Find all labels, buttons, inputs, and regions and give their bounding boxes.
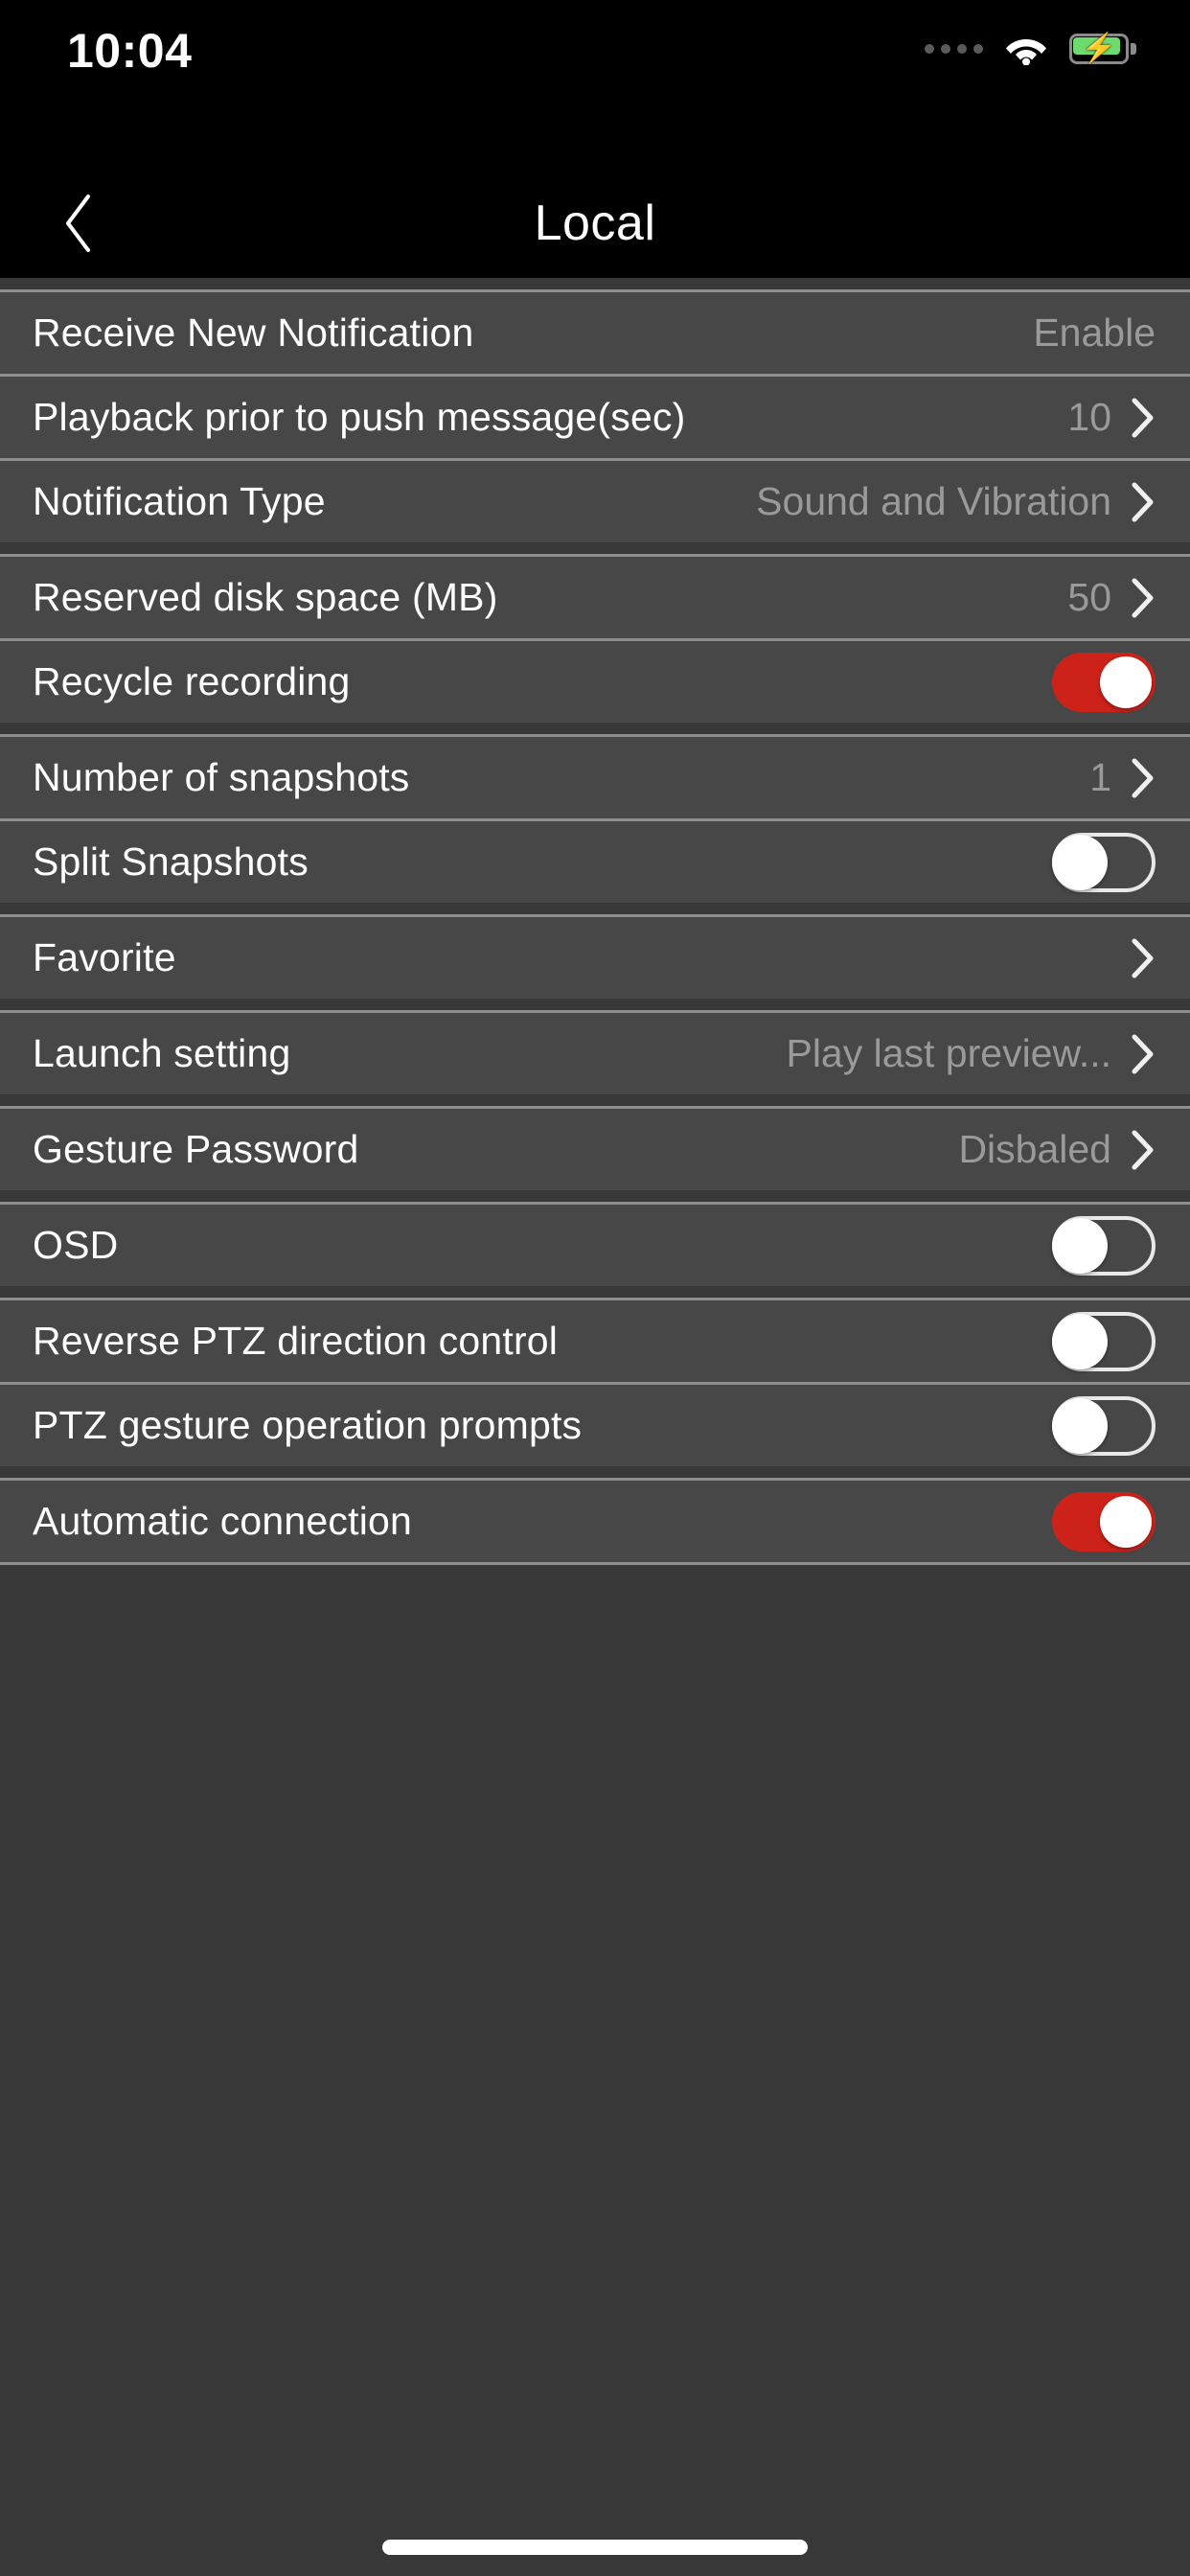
settings-row-automatic-connection[interactable]: Automatic connection: [0, 1481, 1190, 1562]
row-accessory: 1: [1089, 755, 1156, 800]
chevron-right-icon: [1131, 757, 1156, 799]
settings-list: Receive New Notification Enable Playback p…: [0, 278, 1190, 1565]
row-accessory: [1052, 1311, 1156, 1371]
row-accessory: Enable: [1033, 310, 1156, 356]
settings-row-gesture-password[interactable]: Gesture Password Disbaled: [0, 1109, 1190, 1190]
toggle-knob: [1052, 834, 1108, 890]
group-gap: [0, 1466, 1190, 1478]
group-gap: [0, 1286, 1190, 1298]
settings-row-reverse-ptz-direction-control[interactable]: Reverse PTZ direction control: [0, 1300, 1190, 1382]
toggle-knob: [1052, 1313, 1108, 1369]
row-value: Sound and Vibration: [756, 479, 1111, 523]
settings-row-osd[interactable]: OSD: [0, 1205, 1190, 1286]
row-label: Gesture Password: [33, 1127, 359, 1171]
row-accessory: Sound and Vibration: [756, 479, 1156, 524]
toggle-knob: [1052, 1217, 1108, 1274]
row-value: 50: [1067, 575, 1111, 619]
toggle-knob: [1052, 1397, 1108, 1454]
row-label: Playback prior to push message(sec): [33, 395, 686, 439]
settings-row-launch-setting[interactable]: Launch setting Play last preview...: [0, 1013, 1190, 1094]
row-accessory: Play last preview...: [786, 1031, 1156, 1076]
home-indicator[interactable]: [382, 2540, 808, 2555]
toggle-switch-split-snapshots[interactable]: [1052, 832, 1156, 892]
group-gap: [0, 1190, 1190, 1202]
row-value: 10: [1067, 395, 1111, 439]
settings-row-recycle-recording[interactable]: Recycle recording: [0, 641, 1190, 723]
chevron-right-icon: [1131, 1129, 1156, 1171]
row-label: Number of snapshots: [33, 755, 410, 799]
row-value: Disbaled: [958, 1127, 1111, 1171]
wifi-icon: [1004, 33, 1048, 65]
settings-row-reserved-disk-space[interactable]: Reserved disk space (MB) 50: [0, 557, 1190, 638]
toggle-knob: [1100, 1495, 1152, 1548]
toggle-switch-automatic-connection[interactable]: [1052, 1491, 1156, 1552]
row-label: Receive New Notification: [33, 310, 474, 355]
back-button[interactable]: [21, 169, 136, 278]
status-bar-clock: 10:04: [67, 24, 193, 78]
row-accessory: [1052, 832, 1156, 892]
row-label: Recycle recording: [33, 659, 351, 703]
row-label: Favorite: [33, 935, 176, 979]
bottom-safe-area: [0, 1565, 1190, 2576]
settings-row-number-of-snapshots[interactable]: Number of snapshots 1: [0, 737, 1190, 818]
group-gap: [0, 542, 1190, 554]
settings-row-split-snapshots[interactable]: Split Snapshots: [0, 821, 1190, 903]
chevron-right-icon: [1131, 577, 1156, 619]
group-gap: [0, 278, 1190, 289]
row-label: Split Snapshots: [33, 840, 309, 884]
row-accessory: 50: [1067, 575, 1156, 620]
row-label: Automatic connection: [33, 1499, 413, 1543]
status-bar-indicators: ⚡: [925, 33, 1136, 65]
toggle-switch-reverse-ptz-direction-control[interactable]: [1052, 1311, 1156, 1371]
row-label: Notification Type: [33, 479, 326, 523]
group-gap: [0, 903, 1190, 914]
row-value: 1: [1089, 755, 1111, 799]
chevron-right-icon: [1131, 937, 1156, 979]
group-gap: [0, 999, 1190, 1010]
chevron-right-icon: [1131, 481, 1156, 523]
toggle-knob: [1100, 656, 1152, 708]
row-label: PTZ gesture operation prompts: [33, 1403, 583, 1447]
settings-row-receive-new-notification[interactable]: Receive New Notification Enable: [0, 292, 1190, 374]
row-label: OSD: [33, 1223, 119, 1267]
battery-charging-icon: ⚡: [1069, 34, 1136, 64]
toggle-switch-ptz-gesture-operation-prompts[interactable]: [1052, 1395, 1156, 1456]
row-accessory: [1052, 1491, 1156, 1552]
settings-row-notification-type[interactable]: Notification Type Sound and Vibration: [0, 461, 1190, 542]
settings-row-ptz-gesture-operation-prompts[interactable]: PTZ gesture operation prompts: [0, 1385, 1190, 1466]
group-gap: [0, 1094, 1190, 1106]
signal-dots-icon: [925, 44, 983, 54]
row-accessory: [1131, 937, 1156, 979]
row-accessory: 10: [1067, 395, 1156, 440]
row-accessory: [1052, 1215, 1156, 1276]
toggle-switch-osd[interactable]: [1052, 1215, 1156, 1276]
row-label: Launch setting: [33, 1031, 291, 1075]
navigation-bar: Local: [0, 169, 1190, 278]
group-gap: [0, 723, 1190, 734]
toggle-switch-recycle-recording[interactable]: [1052, 652, 1156, 712]
row-value: Play last preview...: [786, 1031, 1111, 1075]
row-label: Reserved disk space (MB): [33, 575, 498, 619]
settings-row-favorite[interactable]: Favorite: [0, 917, 1190, 999]
row-label: Reverse PTZ direction control: [33, 1319, 559, 1363]
chevron-right-icon: [1131, 1033, 1156, 1075]
settings-row-playback-prior-to-push-message[interactable]: Playback prior to push message(sec) 10: [0, 377, 1190, 458]
row-accessory: Disbaled: [958, 1127, 1156, 1172]
row-value: Enable: [1033, 310, 1156, 355]
settings-screen: 10:04 ⚡ Local Receive New Notification E…: [0, 0, 1190, 2576]
row-accessory: [1052, 1395, 1156, 1456]
page-title: Local: [534, 196, 656, 251]
chevron-right-icon: [1131, 397, 1156, 439]
status-bar: 10:04 ⚡: [0, 0, 1190, 169]
row-accessory: [1052, 652, 1156, 712]
